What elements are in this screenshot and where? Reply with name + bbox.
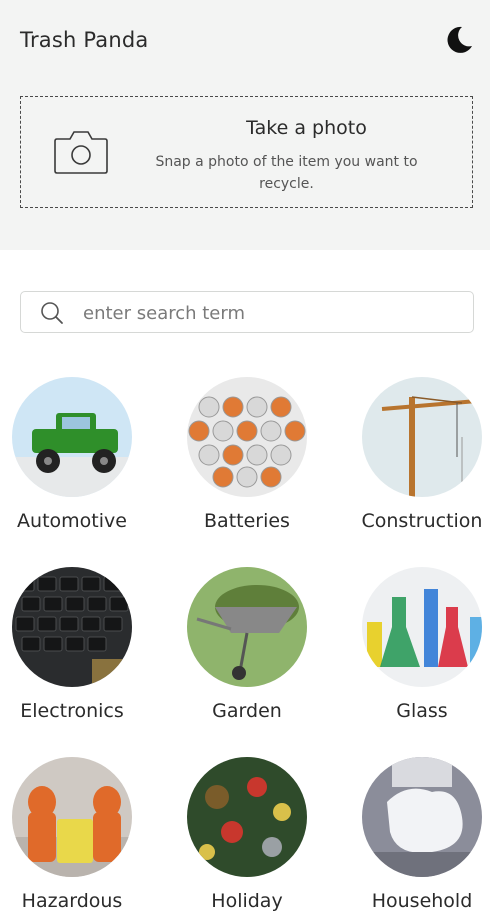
household-image — [362, 757, 482, 877]
category-electronics[interactable]: Electronics — [0, 567, 147, 722]
category-label: Glass — [396, 700, 448, 722]
hazardous-image — [12, 757, 132, 877]
electronics-image — [12, 567, 132, 687]
search-icon — [41, 302, 63, 324]
category-label: Garden — [212, 700, 282, 722]
category-holiday[interactable]: Holiday — [172, 757, 322, 912]
holiday-image — [187, 757, 307, 877]
moon-icon — [447, 26, 472, 53]
take-photo-subtitle: Snap a photo of the item you want to rec… — [155, 154, 418, 192]
header-section: Trash Panda Take a photo Snap a photo of… — [0, 0, 490, 250]
batteries-image — [187, 377, 307, 497]
category-label: Electronics — [20, 700, 124, 722]
category-glass[interactable]: Glass — [347, 567, 490, 722]
category-label: Automotive — [17, 510, 127, 532]
app-title: Trash Panda — [20, 28, 149, 52]
category-batteries[interactable]: Batteries — [172, 377, 322, 532]
take-photo-title: Take a photo — [246, 117, 367, 139]
garden-image — [187, 567, 307, 687]
category-construction[interactable]: Construction — [347, 377, 490, 532]
category-household[interactable]: Household — [347, 757, 490, 912]
glass-image — [362, 567, 482, 687]
category-label: Construction — [361, 510, 483, 532]
construction-image — [362, 377, 482, 497]
camera-icon — [54, 131, 108, 174]
automotive-image — [12, 377, 132, 497]
search-box[interactable] — [20, 291, 474, 333]
category-automotive[interactable]: Automotive — [0, 377, 147, 532]
theme-toggle-button[interactable] — [440, 22, 476, 58]
category-label: Holiday — [211, 890, 283, 912]
search-input[interactable] — [81, 298, 465, 328]
category-label: Hazardous — [21, 890, 123, 912]
take-photo-card[interactable]: Take a photo Snap a photo of the item yo… — [20, 96, 473, 208]
category-label: Batteries — [204, 510, 290, 532]
category-garden[interactable]: Garden — [172, 567, 322, 722]
category-label: Household — [371, 890, 473, 912]
category-hazardous[interactable]: Hazardous — [0, 757, 147, 912]
